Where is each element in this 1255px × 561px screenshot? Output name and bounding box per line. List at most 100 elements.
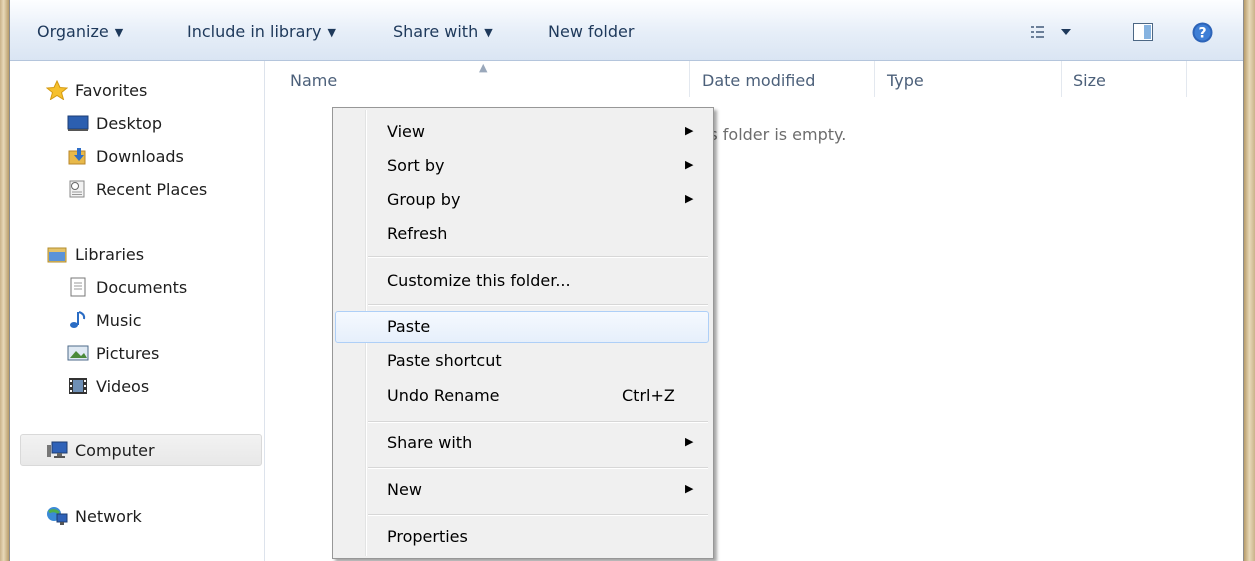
menu-item-refresh[interactable]: Refresh (335, 218, 709, 250)
dropdown-arrow-icon: ▼ (114, 26, 124, 39)
column-name-label: Name (290, 71, 338, 90)
column-header-size[interactable]: Size (1073, 71, 1106, 90)
include-in-library-label: Include in library (187, 22, 322, 41)
column-header-type[interactable]: Type (887, 71, 924, 90)
menu-item-label: Group by (387, 190, 461, 209)
nav-pictures-label: Pictures (96, 343, 160, 363)
nav-network[interactable]: Network (46, 503, 142, 529)
nav-documents[interactable]: Documents (67, 274, 187, 300)
downloads-folder-icon (67, 146, 89, 166)
column-header-date-modified[interactable]: Date modified (702, 71, 815, 90)
column-divider[interactable] (1186, 61, 1187, 97)
menu-separator (368, 421, 708, 423)
nav-computer-label: Computer (75, 440, 155, 460)
column-date-label: Date modified (702, 71, 816, 90)
music-icon (67, 310, 89, 330)
desktop-icon (67, 113, 89, 133)
dropdown-arrow-icon: ▼ (327, 26, 336, 39)
menu-item-paste-shortcut[interactable]: Paste shortcut (335, 345, 709, 377)
menu-item-group-by[interactable]: Group by ▶ (335, 184, 709, 216)
sort-ascending-icon: ▲ (479, 61, 488, 74)
nav-network-label: Network (75, 506, 142, 526)
nav-libraries-label: Libraries (75, 244, 145, 264)
menu-separator (368, 256, 708, 258)
nav-recent-places[interactable]: Recent Places (67, 176, 207, 202)
nav-documents-label: Documents (96, 277, 188, 297)
navigation-pane: Favorites Desktop Downloads Recent Place… (10, 61, 265, 561)
menu-item-label: Refresh (387, 224, 448, 243)
nav-recent-places-label: Recent Places (96, 179, 208, 199)
submenu-arrow-icon: ▶ (685, 158, 694, 171)
menu-item-share-with[interactable]: Share with ▶ (335, 427, 709, 459)
menu-item-label: Properties (387, 527, 468, 546)
window-frame-left (0, 0, 9, 561)
network-icon (46, 506, 68, 526)
menu-item-properties[interactable]: Properties (335, 521, 709, 553)
column-size-label: Size (1073, 71, 1106, 90)
organize-menu[interactable]: Organize ▼ (37, 22, 123, 41)
menu-item-label: New (387, 480, 422, 499)
column-type-label: Type (887, 71, 924, 90)
include-in-library-menu[interactable]: Include in library ▼ (187, 22, 336, 41)
computer-icon (46, 440, 68, 460)
star-icon (45, 79, 69, 101)
column-divider[interactable] (1061, 61, 1062, 97)
documents-icon (67, 277, 89, 297)
menu-item-label: Customize this folder... (387, 271, 571, 290)
menu-item-label: Paste (387, 317, 431, 336)
nav-downloads-label: Downloads (96, 146, 184, 166)
menu-item-paste[interactable]: Paste (335, 311, 709, 343)
submenu-arrow-icon: ▶ (685, 192, 694, 205)
window-border-right (1243, 0, 1244, 561)
dropdown-arrow-icon: ▼ (484, 26, 493, 39)
menu-item-view[interactable]: View ▶ (335, 116, 709, 148)
organize-label: Organize (37, 22, 109, 41)
menu-item-label: View (387, 122, 425, 141)
column-header-name[interactable]: Name (290, 71, 337, 90)
window-frame-right (1244, 0, 1255, 561)
nav-computer[interactable]: Computer (46, 437, 155, 463)
new-folder-label: New folder (548, 22, 635, 41)
menu-separator (368, 467, 708, 469)
nav-favorites-label: Favorites (75, 80, 148, 100)
share-with-label: Share with (393, 22, 479, 41)
menu-item-label: Undo Rename (387, 386, 500, 405)
share-with-menu[interactable]: Share with ▼ (393, 22, 493, 41)
pictures-icon (67, 343, 89, 363)
nav-favorites[interactable]: Favorites (45, 77, 148, 103)
menu-separator (368, 514, 708, 516)
menu-item-customize-folder[interactable]: Customize this folder... (335, 265, 709, 297)
column-divider[interactable] (689, 61, 690, 97)
menu-item-new[interactable]: New ▶ (335, 474, 709, 506)
nav-desktop-label: Desktop (96, 113, 162, 133)
menu-item-sort-by[interactable]: Sort by ▶ (335, 150, 709, 182)
preview-pane-icon[interactable] (1133, 23, 1153, 45)
svg-text:?: ? (1198, 26, 1206, 42)
recent-places-icon (67, 179, 89, 199)
nav-downloads[interactable]: Downloads (67, 143, 184, 169)
libraries-icon (46, 244, 68, 264)
menu-item-undo-rename[interactable]: Undo Rename Ctrl+Z (335, 380, 709, 412)
nav-desktop[interactable]: Desktop (67, 110, 162, 136)
videos-icon (67, 376, 89, 396)
nav-videos[interactable]: Videos (67, 373, 149, 399)
view-options-icon[interactable] (1031, 24, 1073, 43)
command-bar: Organize ▼ Include in library ▼ Share with… (10, 0, 1243, 61)
menu-item-label: Share with (387, 433, 473, 452)
nav-music-label: Music (96, 310, 142, 330)
nav-pictures[interactable]: Pictures (67, 340, 159, 366)
new-folder-button[interactable]: New folder (548, 22, 634, 41)
nav-music[interactable]: Music (67, 307, 142, 333)
menu-item-shortcut: Ctrl+Z (622, 386, 675, 405)
submenu-arrow-icon: ▶ (685, 435, 694, 448)
menu-separator (368, 304, 708, 306)
menu-item-label: Sort by (387, 156, 445, 175)
nav-videos-label: Videos (96, 376, 150, 396)
help-icon[interactable]: ? (1192, 22, 1213, 47)
submenu-arrow-icon: ▶ (685, 124, 694, 137)
nav-libraries[interactable]: Libraries (46, 241, 144, 267)
column-divider[interactable] (874, 61, 875, 97)
menu-item-label: Paste shortcut (387, 351, 502, 370)
submenu-arrow-icon: ▶ (685, 482, 694, 495)
context-menu: View ▶ Sort by ▶ Group by ▶ Refresh Cust… (332, 107, 714, 559)
